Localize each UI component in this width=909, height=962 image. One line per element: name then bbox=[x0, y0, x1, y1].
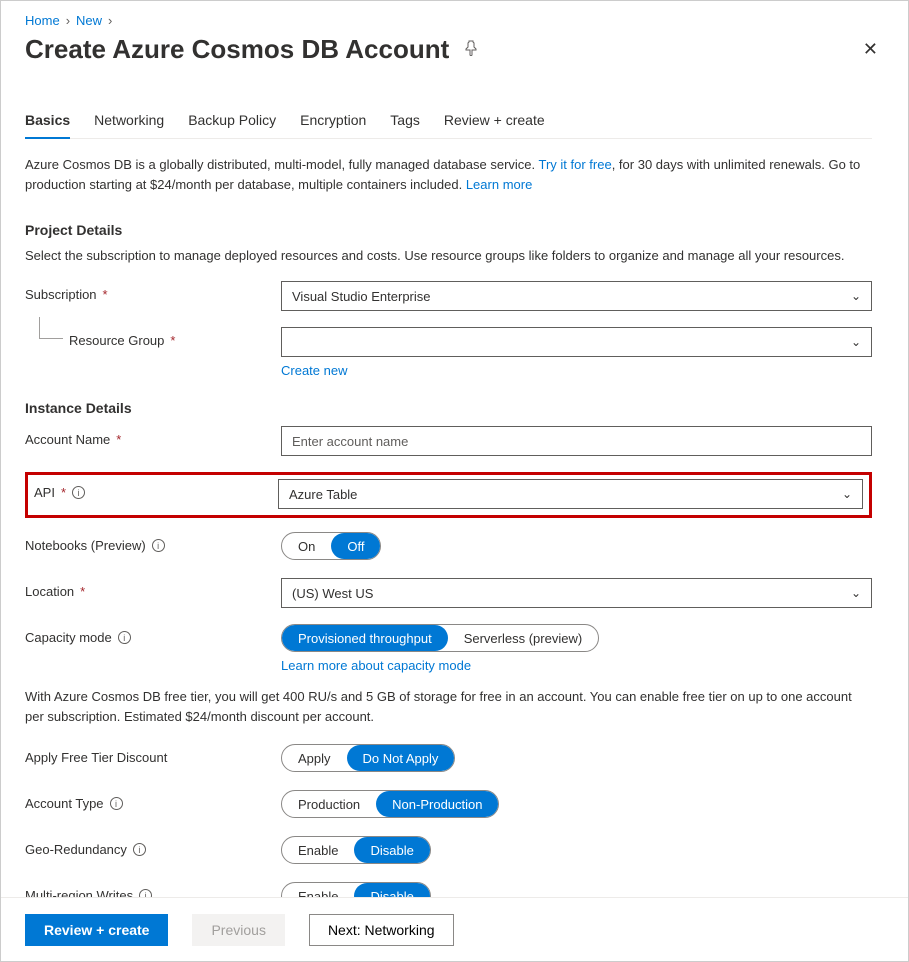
free-tier-do-not-apply[interactable]: Do Not Apply bbox=[347, 745, 456, 771]
chevron-right-icon: › bbox=[108, 13, 112, 28]
chevron-right-icon: › bbox=[66, 13, 70, 28]
multi-region-writes-label: Multi-region Writes bbox=[25, 888, 133, 897]
learn-more-link[interactable]: Learn more bbox=[466, 177, 532, 192]
tab-basics[interactable]: Basics bbox=[25, 104, 70, 138]
capacity-learn-more-link[interactable]: Learn more about capacity mode bbox=[281, 658, 872, 673]
multi-region-enable[interactable]: Enable bbox=[282, 883, 354, 897]
info-icon[interactable]: i bbox=[110, 797, 123, 810]
geo-redundancy-label: Geo-Redundancy bbox=[25, 842, 127, 857]
capacity-mode-toggle[interactable]: Provisioned throughput Serverless (previ… bbox=[281, 624, 599, 652]
resource-group-label: Resource Group bbox=[69, 333, 164, 348]
page-title: Create Azure Cosmos DB Account bbox=[25, 34, 449, 65]
api-label: API bbox=[34, 485, 55, 500]
create-new-resource-group-link[interactable]: Create new bbox=[281, 363, 872, 378]
tab-networking[interactable]: Networking bbox=[94, 104, 164, 138]
breadcrumb: Home › New › bbox=[25, 13, 884, 28]
account-name-label: Account Name bbox=[25, 432, 110, 447]
tab-encryption[interactable]: Encryption bbox=[300, 104, 366, 138]
footer: Review + create Previous Next: Networkin… bbox=[1, 897, 908, 961]
tab-tags[interactable]: Tags bbox=[390, 104, 420, 138]
info-icon[interactable]: i bbox=[118, 631, 131, 644]
geo-disable[interactable]: Disable bbox=[354, 837, 430, 863]
account-type-label: Account Type bbox=[25, 796, 104, 811]
info-icon[interactable]: i bbox=[139, 889, 152, 897]
info-icon[interactable]: i bbox=[152, 539, 165, 552]
free-tier-description: With Azure Cosmos DB free tier, you will… bbox=[25, 687, 872, 726]
location-label: Location bbox=[25, 584, 74, 599]
intro-text: Azure Cosmos DB is a globally distribute… bbox=[25, 155, 872, 194]
required-icon: * bbox=[170, 333, 175, 348]
geo-enable[interactable]: Enable bbox=[282, 837, 354, 863]
required-icon: * bbox=[116, 432, 121, 447]
capacity-mode-label: Capacity mode bbox=[25, 630, 112, 645]
account-type-production[interactable]: Production bbox=[282, 791, 376, 817]
account-type-toggle[interactable]: Production Non-Production bbox=[281, 790, 499, 818]
previous-button: Previous bbox=[192, 914, 284, 946]
api-highlight: API * i Azure Table ⌄ bbox=[25, 472, 872, 518]
notebooks-label: Notebooks (Preview) bbox=[25, 538, 146, 553]
next-button[interactable]: Next: Networking bbox=[309, 914, 454, 946]
project-details-heading: Project Details bbox=[25, 222, 872, 238]
breadcrumb-home[interactable]: Home bbox=[25, 13, 60, 28]
account-name-input[interactable]: Enter account name bbox=[281, 426, 872, 456]
capacity-serverless[interactable]: Serverless (preview) bbox=[448, 625, 598, 651]
tree-connector-icon bbox=[39, 317, 63, 339]
free-tier-toggle[interactable]: Apply Do Not Apply bbox=[281, 744, 455, 772]
free-tier-apply[interactable]: Apply bbox=[282, 745, 347, 771]
capacity-provisioned[interactable]: Provisioned throughput bbox=[281, 625, 448, 651]
info-icon[interactable]: i bbox=[133, 843, 146, 856]
chevron-down-icon: ⌄ bbox=[851, 289, 861, 303]
notebooks-on[interactable]: On bbox=[282, 533, 331, 559]
account-type-non-production[interactable]: Non-Production bbox=[376, 791, 499, 817]
notebooks-off[interactable]: Off bbox=[331, 533, 381, 559]
tabs: Basics Networking Backup Policy Encrypti… bbox=[25, 104, 872, 139]
required-icon: * bbox=[80, 584, 85, 599]
chevron-down-icon: ⌄ bbox=[851, 335, 861, 349]
instance-details-heading: Instance Details bbox=[25, 400, 872, 416]
multi-region-writes-toggle[interactable]: Enable Disable bbox=[281, 882, 431, 897]
resource-group-select[interactable]: ⌄ bbox=[281, 327, 872, 357]
multi-region-disable[interactable]: Disable bbox=[354, 883, 430, 897]
chevron-down-icon: ⌄ bbox=[842, 487, 852, 501]
try-free-link[interactable]: Try it for free bbox=[539, 157, 612, 172]
tab-backup-policy[interactable]: Backup Policy bbox=[188, 104, 276, 138]
chevron-down-icon: ⌄ bbox=[851, 586, 861, 600]
pin-icon[interactable] bbox=[463, 40, 479, 59]
api-select[interactable]: Azure Table ⌄ bbox=[278, 479, 863, 509]
free-tier-label: Apply Free Tier Discount bbox=[25, 750, 167, 765]
review-create-button[interactable]: Review + create bbox=[25, 914, 168, 946]
location-select[interactable]: (US) West US ⌄ bbox=[281, 578, 872, 608]
info-icon[interactable]: i bbox=[72, 486, 85, 499]
geo-redundancy-toggle[interactable]: Enable Disable bbox=[281, 836, 431, 864]
required-icon: * bbox=[103, 287, 108, 302]
notebooks-toggle[interactable]: On Off bbox=[281, 532, 381, 560]
tab-review-create[interactable]: Review + create bbox=[444, 104, 545, 138]
subscription-label: Subscription bbox=[25, 287, 97, 302]
subscription-select[interactable]: Visual Studio Enterprise ⌄ bbox=[281, 281, 872, 311]
breadcrumb-new[interactable]: New bbox=[76, 13, 102, 28]
close-icon[interactable]: ✕ bbox=[857, 35, 884, 64]
required-icon: * bbox=[61, 485, 66, 500]
project-details-desc: Select the subscription to manage deploy… bbox=[25, 248, 872, 263]
